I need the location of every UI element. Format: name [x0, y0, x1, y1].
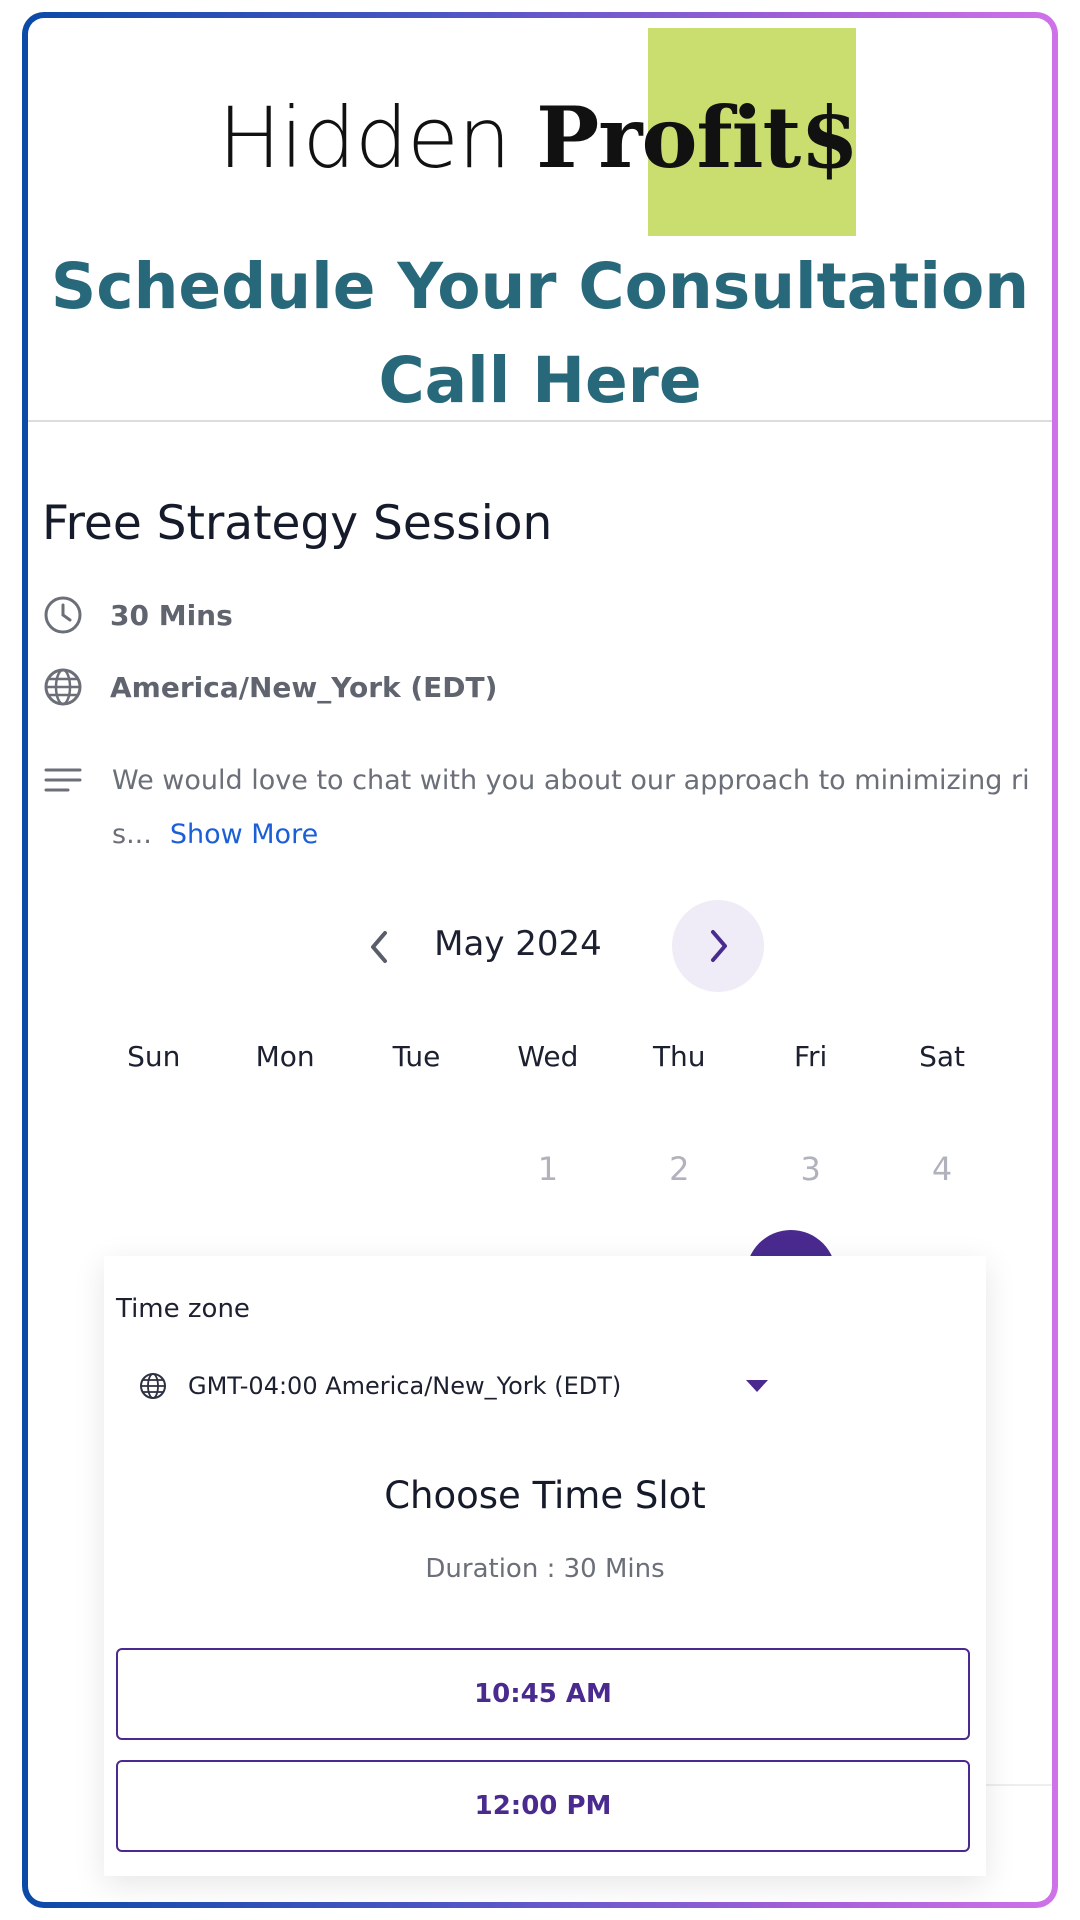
- booking-page: Hidden Profit$ Schedule Your Consultatio…: [28, 18, 1052, 1902]
- page-frame: Hidden Profit$ Schedule Your Consultatio…: [22, 12, 1058, 1908]
- slot-duration: Duration : 30 Mins: [425, 1554, 665, 1584]
- timezone-dropdown[interactable]: GMT-04:00 America/New_York (EDT): [138, 1364, 768, 1408]
- chevron-right-icon: [711, 930, 727, 962]
- chevron-left-icon: [371, 931, 387, 963]
- calendar-day-2: 2: [669, 1150, 690, 1188]
- show-more-link[interactable]: Show More: [170, 819, 318, 850]
- weekday-thu: Thu: [652, 1040, 706, 1073]
- previous-month-button[interactable]: [350, 917, 410, 977]
- event-duration: 30 Mins: [110, 598, 233, 632]
- globe-icon: [138, 1371, 168, 1401]
- weekday-tue: Tue: [392, 1040, 441, 1073]
- timezone-value: GMT-04:00 America/New_York (EDT): [188, 1372, 622, 1400]
- event-title: Free Strategy Session: [42, 496, 553, 551]
- description-lines-icon: [42, 760, 84, 802]
- timezone-label: Time zone: [116, 1294, 250, 1324]
- caret-down-icon: [746, 1380, 768, 1392]
- duration-row: 30 Mins: [42, 594, 233, 636]
- weekday-sun: Sun: [127, 1040, 181, 1073]
- event-timezone: America/New_York (EDT): [110, 670, 498, 704]
- brand-logo: Hidden Profit$: [218, 88, 859, 188]
- weekday-fri: Fri: [793, 1040, 828, 1073]
- weekday-sat: Sat: [919, 1040, 965, 1073]
- page-headline: Schedule Your Consultation Call Here: [28, 240, 1052, 428]
- calendar-day-4: 4: [931, 1150, 953, 1188]
- timezone-row: America/New_York (EDT): [42, 666, 497, 708]
- time-slot-button[interactable]: 12:00 PM: [116, 1760, 970, 1852]
- weekday-header: Sun Mon Tue Wed Thu Fri Sat: [88, 1040, 1008, 1073]
- logo-text-light: Hidden: [218, 89, 511, 187]
- description-row-icon: [42, 760, 110, 802]
- calendar-day-empty: [88, 1150, 219, 1188]
- header-divider: [28, 420, 1052, 422]
- calendar-day-empty: [351, 1150, 482, 1188]
- time-slot-panel: Time zone GMT-04:00 America/New_York (ED…: [104, 1256, 986, 1876]
- current-month: May 2024: [434, 924, 602, 964]
- time-slot-button[interactable]: 10:45 AM: [116, 1648, 970, 1740]
- choose-time-slot-title: Choose Time Slot: [384, 1474, 706, 1517]
- month-navigation: May 2024: [28, 900, 1052, 994]
- weekday-wed: Wed: [517, 1040, 579, 1073]
- headline-line-2: Call Here: [378, 344, 702, 417]
- headline-line-1: Schedule Your Consultation: [50, 250, 1030, 323]
- clock-icon: [42, 594, 84, 636]
- globe-icon: [42, 666, 84, 708]
- calendar-week-1: 1 2 3 4: [88, 1150, 1008, 1188]
- weekday-mon: Mon: [255, 1040, 315, 1073]
- calendar-day-empty: [219, 1150, 350, 1188]
- next-month-button[interactable]: [672, 900, 764, 992]
- calendar-day-1: 1: [537, 1150, 559, 1188]
- calendar-day-3: 3: [800, 1150, 821, 1188]
- logo-text-bold: Profit$: [536, 88, 859, 187]
- event-description: We would love to chat with you about our…: [112, 754, 1042, 862]
